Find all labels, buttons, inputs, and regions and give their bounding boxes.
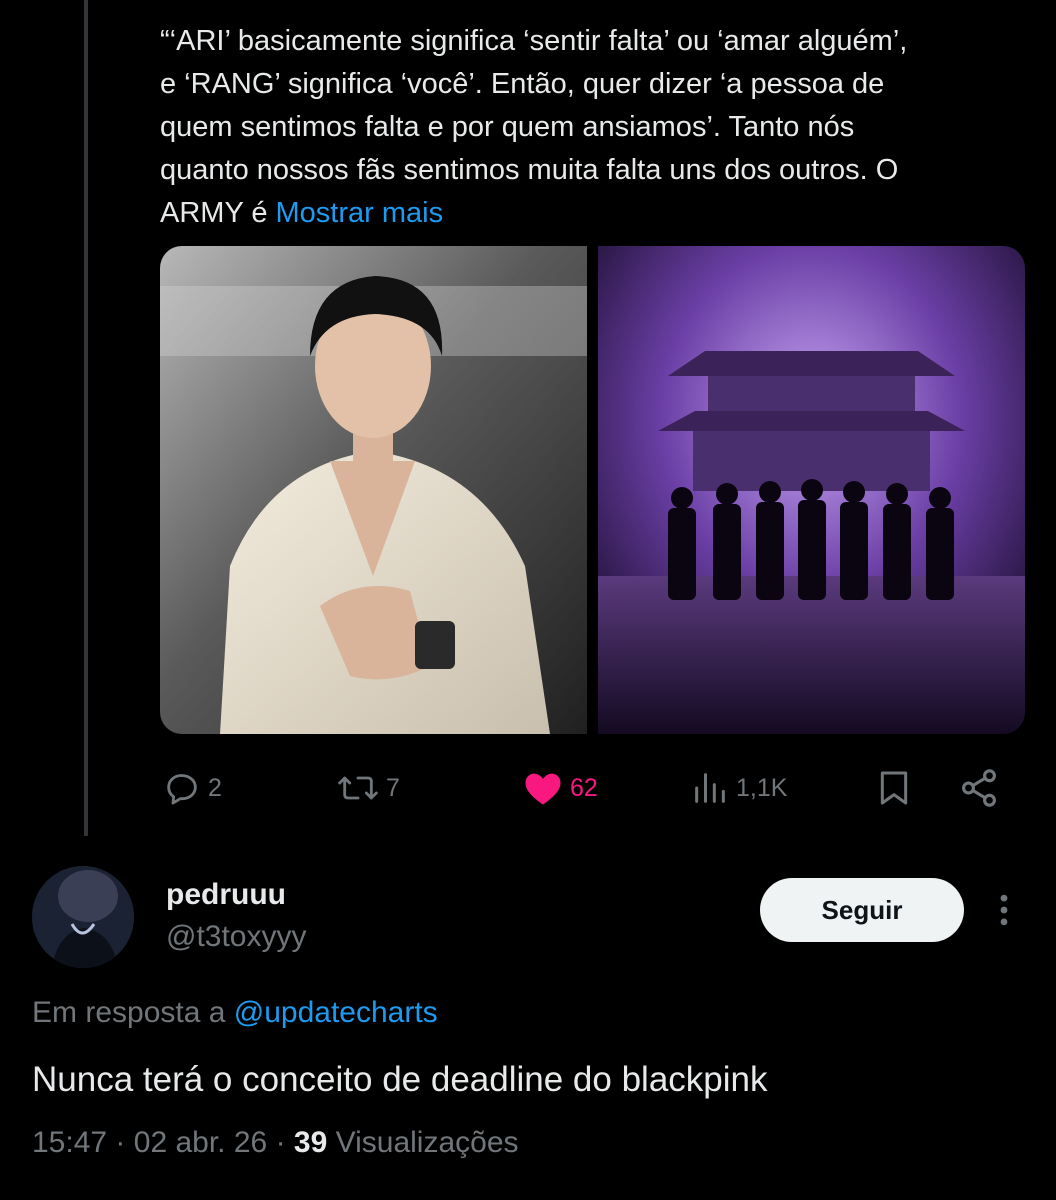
reply-count: 2 [208, 773, 222, 802]
more-options-button[interactable] [986, 890, 1022, 930]
quoted-tweet-text: “‘ARI’ basicamente significa ‘sentir fal… [160, 20, 1030, 235]
quoted-text-line: e ‘RANG’ significa ‘você’. Então, quer d… [160, 68, 885, 100]
quoted-text-line: quem sentimos falta e por quem ansiamos’… [160, 111, 855, 143]
reply-icon [167, 774, 197, 805]
user-handle[interactable]: @t3toxyyy [166, 920, 307, 954]
retweet-icon [338, 776, 378, 800]
views-icon [695, 773, 725, 803]
reply-context-prefix: Em resposta a [32, 996, 226, 1029]
like-count: 62 [570, 773, 598, 802]
heart-icon [525, 773, 561, 805]
portrait-photo-image [160, 246, 587, 734]
reply-action[interactable]: 2 [162, 760, 222, 816]
share-action[interactable] [958, 760, 1000, 816]
tweet-time[interactable]: 15:47 [32, 1126, 107, 1159]
more-icon [1000, 894, 1008, 926]
show-more-link[interactable]: Mostrar mais [276, 197, 444, 229]
share-icon [962, 769, 996, 807]
retweet-count: 7 [386, 773, 400, 802]
reply-mention-link[interactable]: @updatecharts [234, 996, 438, 1029]
quoted-text-line: quanto nossos fãs sentimos muita falta u… [160, 154, 899, 186]
quoted-text-last-line: ARMY é Mostrar mais [160, 192, 1030, 235]
reply-context: Em resposta a @updatecharts [32, 996, 438, 1030]
thread-connector-line [84, 0, 88, 836]
quoted-text-fragment: ARMY é [160, 197, 268, 229]
quoted-text-line: “‘ARI’ basicamente significa ‘sentir fal… [160, 25, 908, 57]
palace-photo-image [598, 246, 1025, 734]
retweet-action[interactable]: 7 [336, 760, 400, 816]
tweet-actions-bar: 2 7 62 1,1K [160, 760, 1010, 816]
media-grid [160, 246, 1025, 734]
tweet-views-label: Visualizações [335, 1126, 519, 1159]
views-action[interactable]: 1,1K [690, 760, 787, 816]
bookmark-icon [880, 771, 908, 805]
tweet-views-count: 39 [293, 1126, 328, 1159]
meta-separator: · [275, 1126, 286, 1159]
tweet-meta: 15:47 · 02 abr. 26 · 39 Visualizações [32, 1126, 519, 1160]
like-action[interactable]: 62 [522, 760, 598, 816]
reply-tweet-text: Nunca terá o conceito de deadline do bla… [32, 1060, 768, 1099]
views-count: 1,1K [736, 773, 788, 802]
bookmark-action[interactable] [874, 760, 914, 816]
user-display-name[interactable]: pedruuu [166, 878, 286, 912]
tweet-date[interactable]: 02 abr. 26 [134, 1126, 267, 1159]
follow-button[interactable]: Seguir [760, 878, 964, 942]
meta-separator: · [115, 1126, 126, 1159]
media-photo-portrait[interactable] [160, 246, 587, 734]
avatar[interactable] [32, 866, 134, 968]
media-photo-palace[interactable] [598, 246, 1025, 734]
avatar-image [32, 866, 134, 968]
